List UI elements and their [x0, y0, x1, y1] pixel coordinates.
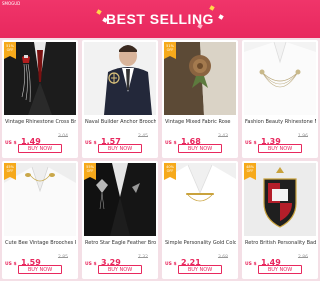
- currency-label: US $: [5, 262, 17, 267]
- product-name[interactable]: Fashion Beauty Rhinestone Men: [245, 119, 316, 125]
- original-price: 3.68: [217, 255, 228, 260]
- product-name[interactable]: Retro Star Eagle Feather Brooch: [85, 240, 156, 246]
- buy-now-button[interactable]: BUY NOW: [258, 265, 302, 274]
- price-row: US $ 1.68 3.43: [165, 131, 236, 146]
- product-name[interactable]: Vintage Mixed Fabric Rose: [165, 119, 236, 125]
- product-card[interactable]: 40% OFF Simple Personality Gold Color US…: [162, 161, 238, 279]
- currency-label: US $: [245, 141, 257, 146]
- product-card[interactable]: 51% OFF Vintage Rhinestone Cross Brooch …: [2, 40, 78, 158]
- original-price: 3.04: [57, 134, 68, 139]
- discount-badge: 55% OFF: [84, 163, 96, 180]
- buy-now-button[interactable]: BUY NOW: [258, 144, 302, 153]
- currency-label: US $: [85, 262, 97, 267]
- price-row: US $ 3.29 7.32: [85, 252, 156, 267]
- currency-label: US $: [5, 141, 17, 146]
- buy-now-button[interactable]: BUY NOW: [98, 265, 142, 274]
- buy-now-button[interactable]: BUY NOW: [178, 144, 222, 153]
- best-selling-banner: SMOGUD BEST SELLING: [0, 0, 320, 38]
- brand-logo-text: SMOGUD: [2, 1, 21, 6]
- buy-now-button[interactable]: BUY NOW: [18, 144, 62, 153]
- price-row: US $ 1.59 2.85: [5, 252, 76, 267]
- currency-label: US $: [245, 262, 257, 267]
- buy-now-button[interactable]: BUY NOW: [178, 265, 222, 274]
- discount-badge: 40% OFF: [164, 163, 176, 180]
- currency-label: US $: [85, 141, 97, 146]
- product-name[interactable]: Simple Personality Gold Color: [165, 240, 236, 246]
- discount-badge: 51% OFF: [164, 42, 176, 59]
- buy-now-button[interactable]: BUY NOW: [98, 144, 142, 153]
- price-row: US $ 1.57 2.45: [85, 131, 156, 146]
- discount-badge: 45% OFF: [4, 163, 16, 180]
- original-price: 3.43: [217, 134, 228, 139]
- original-price: 7.32: [137, 255, 148, 260]
- original-price: 2.85: [57, 255, 68, 260]
- product-card[interactable]: Naval Builder Anchor Brooches US $ 1.57 …: [82, 40, 158, 158]
- section-title: BEST SELLING: [106, 11, 214, 27]
- discount-badge: 48% OFF: [244, 163, 256, 180]
- product-card[interactable]: 55% OFF Retro Star Eagle Feather Brooch …: [82, 161, 158, 279]
- product-card[interactable]: 45% OFF Cute Bee Vintage Brooches Pins U…: [2, 161, 78, 279]
- original-price: 2.45: [137, 134, 148, 139]
- product-image[interactable]: [84, 42, 156, 115]
- product-grid: 51% OFF Vintage Rhinestone Cross Brooch …: [2, 38, 318, 279]
- price-row: US $ 1.49 3.04: [5, 131, 76, 146]
- currency-label: US $: [165, 262, 177, 267]
- original-price: 1.96: [297, 134, 308, 139]
- product-name[interactable]: Naval Builder Anchor Brooches: [85, 119, 156, 125]
- price-row: US $ 2.21 3.68: [165, 252, 236, 267]
- price-row: US $ 1.39 1.96: [245, 131, 316, 146]
- discount-badge: 51% OFF: [4, 42, 16, 59]
- product-card[interactable]: Fashion Beauty Rhinestone Men US $ 1.39 …: [242, 40, 318, 158]
- product-name[interactable]: Retro British Personality Badge: [245, 240, 316, 246]
- product-name[interactable]: Vintage Rhinestone Cross Brooch: [5, 119, 76, 125]
- product-name[interactable]: Cute Bee Vintage Brooches Pins: [5, 240, 76, 246]
- original-price: 2.86: [297, 255, 308, 260]
- product-image[interactable]: [244, 42, 316, 115]
- product-card[interactable]: 51% OFF Vintage Mixed Fabric Rose US $ 1…: [162, 40, 238, 158]
- buy-now-button[interactable]: BUY NOW: [18, 265, 62, 274]
- currency-label: US $: [165, 141, 177, 146]
- confetti-decoration: [209, 5, 215, 11]
- product-card[interactable]: 48% OFF Retro British Personality Badge …: [242, 161, 318, 279]
- price-row: US $ 1.49 2.86: [245, 252, 316, 267]
